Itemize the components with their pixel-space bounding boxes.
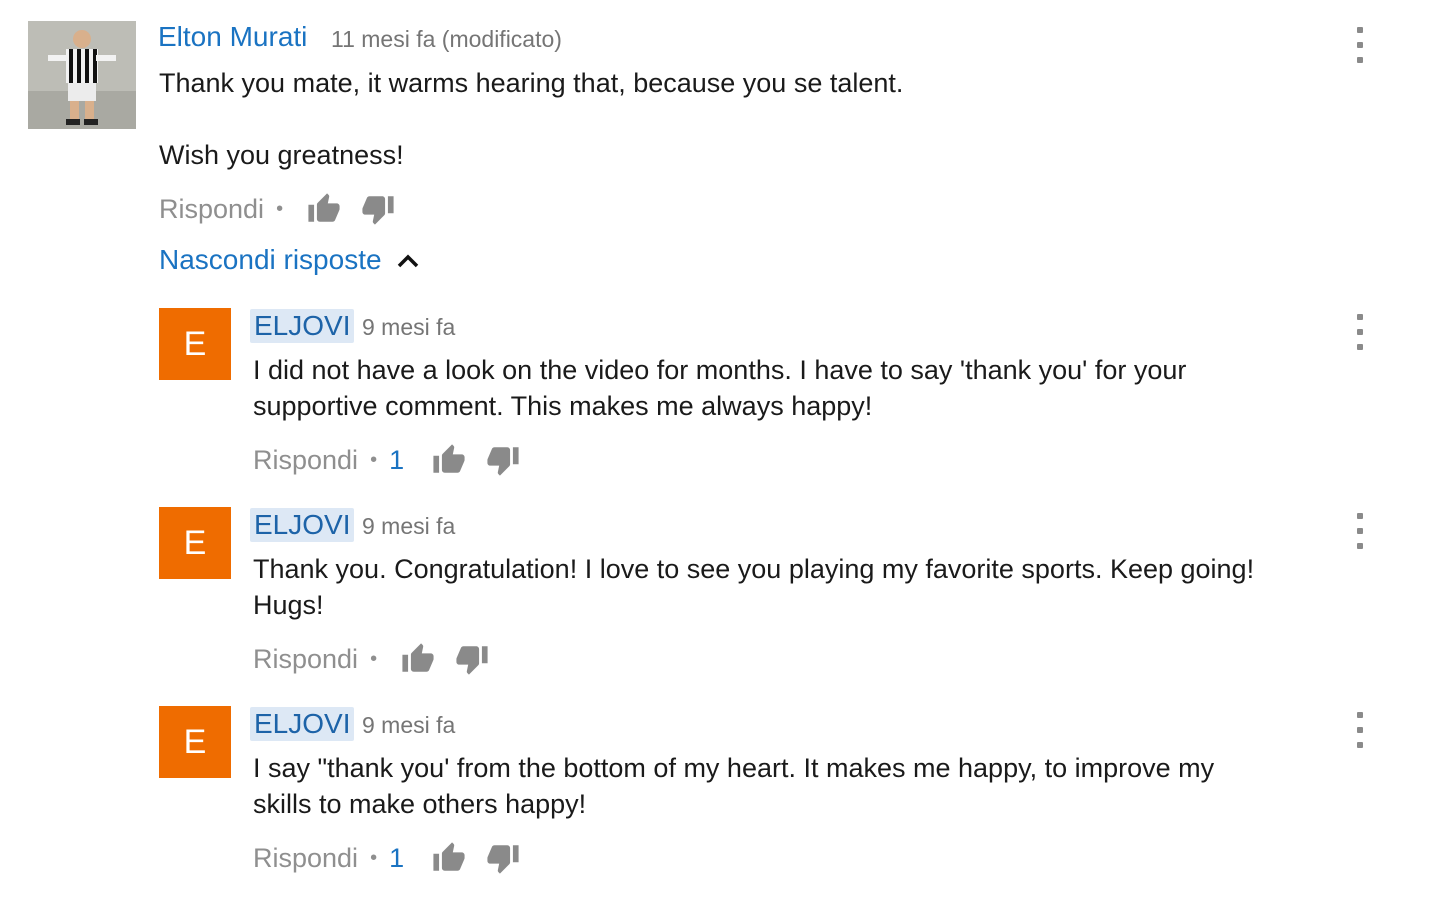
reply-text: I say "thank you' from the bottom of my … — [253, 753, 1215, 819]
hide-replies-label: Nascondi risposte — [159, 244, 382, 275]
thumbs-down-icon[interactable] — [455, 642, 489, 676]
reply-author[interactable]: ELJOVI — [250, 309, 355, 343]
reply-timestamp[interactable]: 9 mesi fa — [362, 513, 455, 540]
more-vertical-icon[interactable] — [1352, 314, 1368, 350]
hide-replies-toggle[interactable]: Nascondi risposte — [159, 244, 420, 276]
reply-button[interactable]: Rispondi — [253, 843, 358, 874]
more-vertical-icon[interactable] — [1352, 513, 1368, 549]
thumbs-up-icon[interactable] — [432, 443, 466, 477]
more-vertical-icon[interactable] — [1352, 712, 1368, 748]
separator-dot: • — [370, 647, 378, 670]
reply-text: I did not have a look on the video for m… — [253, 355, 1187, 421]
thumbs-down-icon[interactable] — [361, 192, 395, 226]
reply-actions: Rispondi • — [253, 642, 509, 676]
reply-timestamp[interactable]: 9 mesi fa — [362, 712, 455, 739]
comment-text: Thank you mate, it warms hearing that, b… — [159, 68, 904, 170]
reply-button[interactable]: Rispondi — [159, 194, 264, 225]
reply-timestamp[interactable]: 9 mesi fa — [362, 314, 455, 341]
comment-author[interactable]: Elton Murati — [154, 20, 311, 54]
user-photo-icon — [28, 21, 136, 129]
like-count: 1 — [389, 444, 405, 475]
thumbs-down-icon[interactable] — [486, 841, 520, 875]
reply-button[interactable]: Rispondi — [253, 644, 358, 675]
thumbs-up-icon[interactable] — [401, 642, 435, 676]
separator-dot: • — [370, 846, 378, 869]
thumbs-up-icon[interactable] — [432, 841, 466, 875]
reply-actions: Rispondi • 1 — [253, 841, 540, 875]
avatar[interactable]: E — [159, 308, 231, 380]
comment-actions: Rispondi • — [159, 192, 415, 226]
chevron-up-icon — [397, 254, 418, 268]
comment-timestamp[interactable]: 11 mesi fa (modificato) — [331, 26, 562, 53]
like-count: 1 — [389, 842, 405, 873]
reply-author[interactable]: ELJOVI — [250, 508, 355, 542]
avatar[interactable]: E — [159, 507, 231, 579]
more-vertical-icon[interactable] — [1352, 27, 1368, 63]
thumbs-down-icon[interactable] — [486, 443, 520, 477]
separator-dot: • — [276, 197, 284, 220]
reply-author[interactable]: ELJOVI — [250, 707, 355, 741]
user-avatar-photo[interactable] — [28, 21, 136, 129]
reply-button[interactable]: Rispondi — [253, 445, 358, 476]
separator-dot: • — [370, 448, 378, 471]
thumbs-up-icon[interactable] — [307, 192, 341, 226]
reply-text: Thank you. Congratulation! I love to see… — [253, 554, 1255, 620]
avatar[interactable]: E — [159, 706, 231, 778]
reply-actions: Rispondi • 1 — [253, 443, 540, 477]
